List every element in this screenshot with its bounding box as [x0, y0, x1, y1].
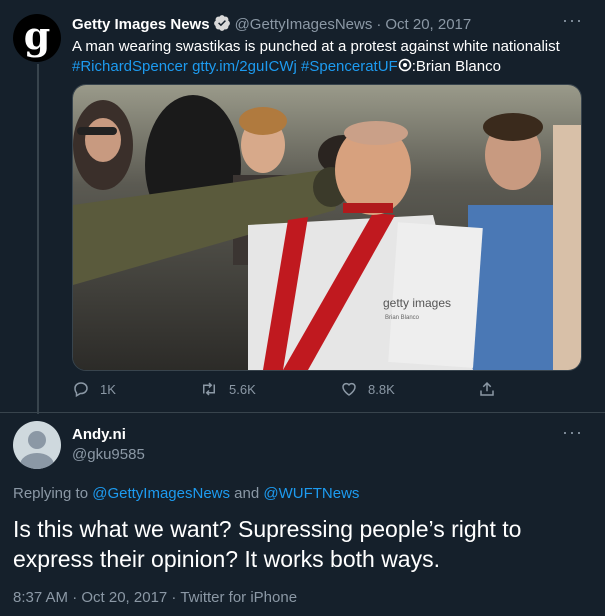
reply-author-handle[interactable]: @gku9585 — [72, 446, 145, 463]
photo-watermark-credit: Brian Blanco — [385, 315, 420, 321]
replying-user-wuft[interactable]: @WUFTNews — [263, 485, 359, 502]
retweet-action[interactable]: 5.6K — [199, 380, 256, 398]
reply-text: Is this what we want? Supressing people’… — [13, 516, 522, 572]
tweet-text: A man wearing swastikas is punched at a … — [72, 37, 592, 77]
tweet-photo[interactable]: getty images Brian Blanco — [72, 84, 582, 371]
protest-photo-illustration: getty images Brian Blanco — [73, 85, 581, 370]
getty-avatar[interactable]: g — [13, 14, 61, 62]
reply-icon — [74, 382, 88, 398]
reply-action[interactable]: 1K — [72, 380, 116, 398]
default-avatar-icon — [20, 431, 54, 469]
author-handle[interactable]: @GettyImagesNews — [235, 16, 373, 33]
reply-author-name[interactable]: Andy.ni — [72, 426, 126, 443]
share-action[interactable] — [478, 380, 496, 398]
tweet-header: Getty Images News @GettyImagesNews · Oct 20… — [72, 14, 471, 33]
more-options-icon[interactable]: ··· — [562, 10, 583, 31]
replying-user-getty[interactable]: @GettyImagesNews — [92, 485, 230, 502]
reply-more-options-icon[interactable]: ··· — [562, 422, 583, 443]
retweet-icon — [203, 382, 215, 396]
hashtag-richardspencer[interactable]: #RichardSpencer — [72, 58, 188, 75]
original-tweet[interactable]: g Getty Images News @GettyImagesNews · Oct … — [0, 0, 605, 412]
replying-prefix: Replying to — [13, 485, 89, 502]
author-name[interactable]: Getty Images News — [72, 16, 210, 33]
heart-icon — [342, 382, 356, 396]
camera-icon — [398, 58, 412, 72]
tweet-actions: 1K 5.6K 8.8K — [0, 380, 605, 402]
hashtag-spenceratuf[interactable]: #SpenceratUF — [301, 58, 398, 75]
like-action[interactable]: 8.8K — [340, 380, 395, 398]
share-icon — [480, 381, 494, 396]
verified-badge-icon — [213, 15, 230, 31]
replying-and: and — [234, 485, 260, 502]
photo-watermark: getty images — [383, 296, 451, 310]
tweet-link[interactable]: gtty.im/2guICWj — [192, 58, 297, 75]
replying-to: Replying to @GettyImagesNews and @WUFTNe… — [13, 485, 359, 502]
retweet-count: 5.6K — [229, 381, 256, 397]
tweet-divider — [0, 412, 605, 413]
getty-logo-letter: g — [23, 13, 51, 58]
tweet-text-body: A man wearing swastikas is punched at a … — [72, 38, 560, 55]
photo-credit: :Brian Blanco — [411, 58, 501, 75]
reply-timestamp[interactable]: 8:37 AM · Oct 20, 2017 · Twitter for iPh… — [13, 589, 297, 606]
reply-count: 1K — [100, 381, 116, 397]
like-count: 8.8K — [368, 381, 395, 397]
header-separator: · — [376, 16, 382, 33]
tweet-date[interactable]: Oct 20, 2017 — [385, 16, 471, 33]
avatar[interactable] — [13, 421, 61, 469]
